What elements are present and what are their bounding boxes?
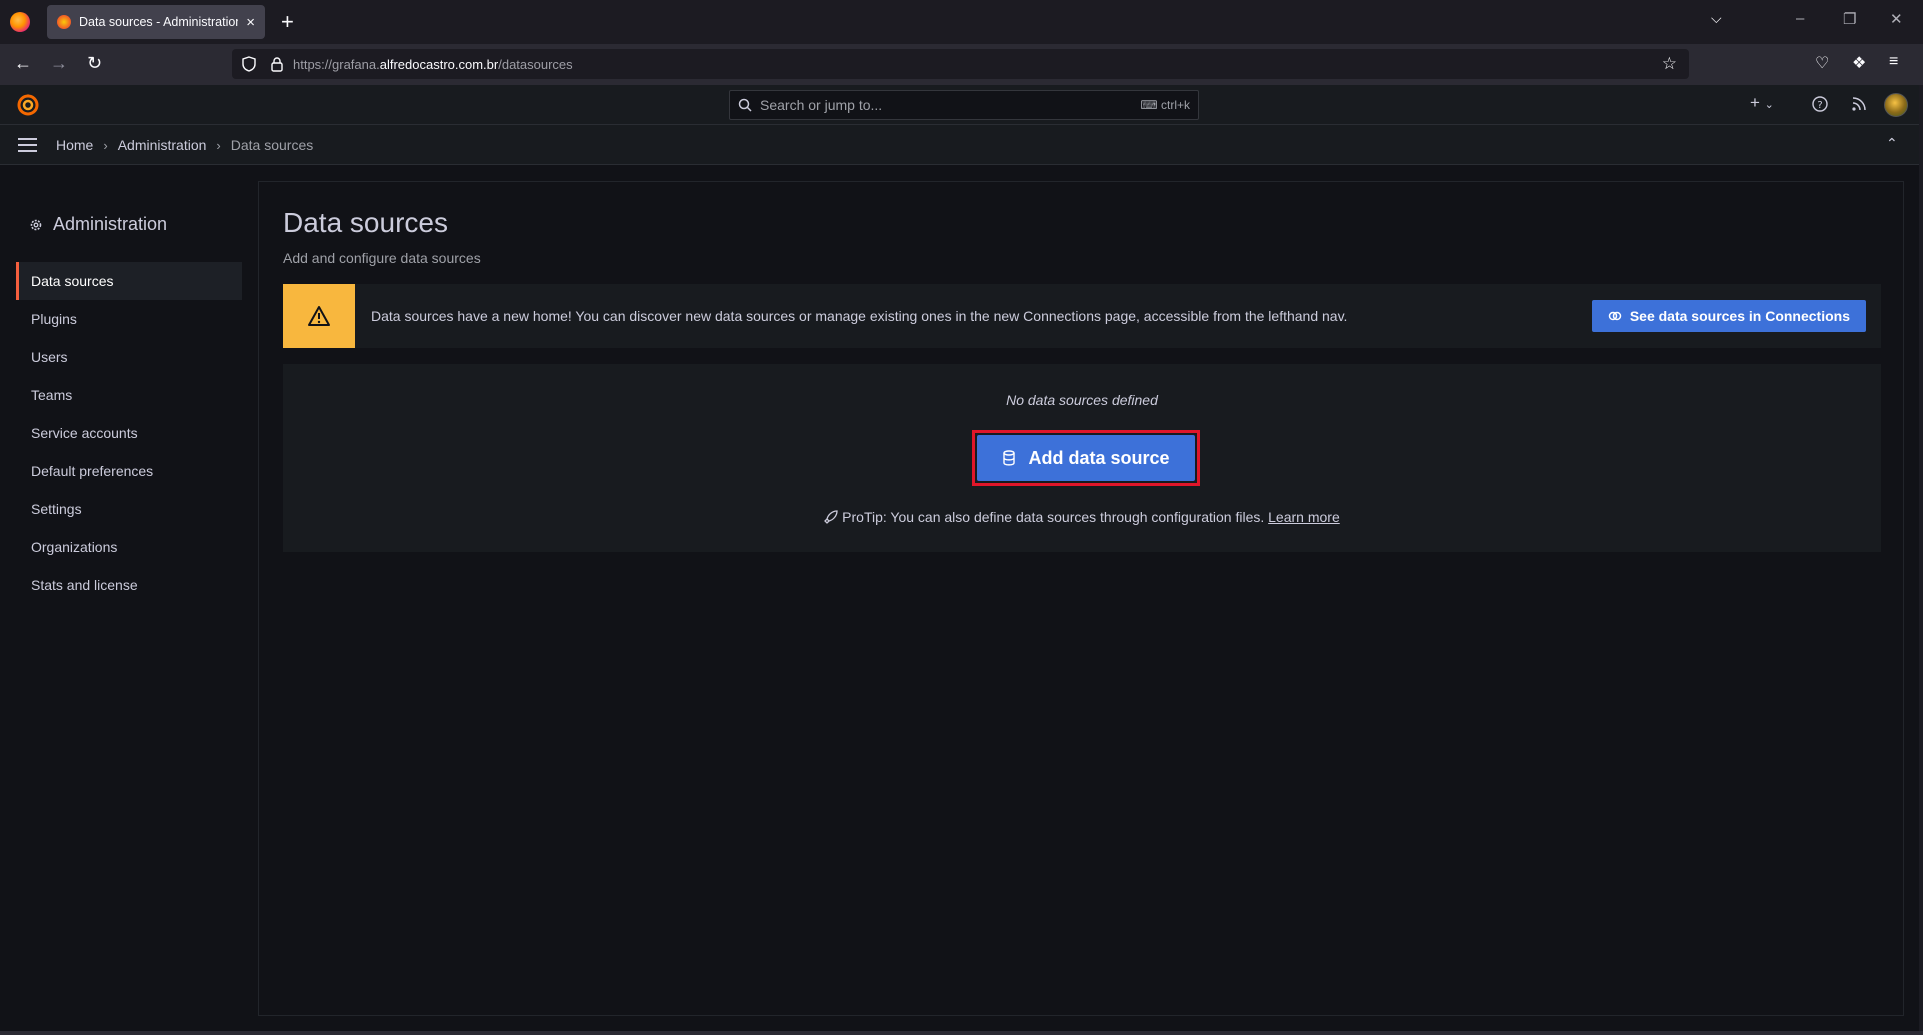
connections-icon: [1608, 311, 1622, 321]
rocket-icon: [824, 510, 838, 524]
grafana-logo-icon[interactable]: [16, 93, 40, 117]
breadcrumb-bar: Home › Administration › Data sources ⌃: [0, 125, 1923, 165]
news-rss-icon[interactable]: [1850, 95, 1868, 113]
info-alert: Data sources have a new home! You can di…: [283, 284, 1881, 348]
chevron-right-icon: ›: [216, 137, 221, 153]
chevron-right-icon: ›: [103, 137, 108, 153]
admin-sidebar: Administration Data sources Plugins User…: [0, 166, 258, 1035]
bookmark-star-icon[interactable]: ☆: [1662, 54, 1677, 74]
add-data-source-highlight: Add data source: [972, 430, 1200, 486]
forward-arrow-icon[interactable]: →: [50, 52, 68, 74]
grafana-topbar: Search or jump to... ⌨ ctrl+k + ⌄ ?: [0, 85, 1923, 125]
browser-navbar: ← → ↻ https://grafana.alfredocastro.com.…: [0, 44, 1923, 85]
sidebar-item-plugins[interactable]: Plugins: [16, 300, 242, 338]
back-arrow-icon[interactable]: ←: [14, 52, 32, 74]
search-placeholder: Search or jump to...: [760, 97, 883, 113]
reload-icon[interactable]: ↻: [87, 52, 102, 74]
sidebar-item-default-preferences[interactable]: Default preferences: [16, 452, 242, 490]
gear-icon: [30, 219, 42, 230]
breadcrumb-current: Data sources: [230, 137, 314, 153]
database-icon: [1003, 450, 1016, 466]
alert-text: Data sources have a new home! You can di…: [371, 308, 1348, 324]
sidebar-item-users[interactable]: Users: [16, 338, 242, 376]
protip-text: ProTip: You can also define data sources…: [842, 509, 1265, 525]
new-dropdown-button[interactable]: + ⌄: [1750, 93, 1774, 113]
see-connections-button[interactable]: See data sources in Connections: [1591, 300, 1866, 332]
grafana-favicon-icon: [57, 15, 71, 29]
close-window-icon[interactable]: ✕: [1890, 10, 1903, 28]
main-content: Data sources Add and configure data sour…: [258, 181, 1904, 1016]
learn-more-link[interactable]: Learn more: [1268, 509, 1340, 525]
firefox-logo-icon[interactable]: [10, 12, 30, 32]
alert-icon-box: [283, 284, 355, 348]
menu-hamburger-icon[interactable]: [18, 138, 37, 152]
sidebar-title: Administration: [53, 214, 168, 234]
search-icon: [738, 98, 752, 112]
app-menu-icon[interactable]: ≡: [1889, 53, 1898, 71]
browser-tab-active[interactable]: Data sources - Administration - Grafana …: [47, 5, 265, 39]
breadcrumb-home[interactable]: Home: [56, 137, 93, 153]
sidebar-item-service-accounts[interactable]: Service accounts: [16, 414, 242, 452]
search-input[interactable]: Search or jump to... ⌨ ctrl+k: [729, 90, 1199, 120]
empty-state-title: No data sources defined: [1006, 392, 1158, 408]
minimize-icon[interactable]: –: [1796, 10, 1804, 27]
breadcrumb: Home › Administration › Data sources: [56, 137, 313, 153]
shield-icon[interactable]: [242, 56, 256, 72]
tab-title: Data sources - Administration - Grafana: [79, 15, 239, 29]
empty-state: No data sources defined Add data source …: [283, 364, 1881, 552]
sidebar-item-data-sources[interactable]: Data sources: [16, 262, 242, 300]
help-icon[interactable]: ?: [1811, 95, 1829, 113]
svg-text:?: ?: [1817, 100, 1822, 111]
warning-icon: [308, 306, 330, 326]
lock-icon[interactable]: [270, 56, 284, 72]
sidebar-item-organizations[interactable]: Organizations: [16, 528, 242, 566]
protip: ProTip: You can also define data sources…: [283, 509, 1881, 525]
sidebar-item-settings[interactable]: Settings: [16, 490, 242, 528]
keyboard-shortcut: ⌨ ctrl+k: [1140, 98, 1190, 112]
list-tabs-chevron-icon[interactable]: ⌵: [1711, 10, 1722, 27]
sidebar-nav: Data sources Plugins Users Teams Service…: [16, 262, 242, 604]
url-bar[interactable]: https://grafana.alfredocastro.com.br/dat…: [232, 49, 1689, 79]
url-text[interactable]: https://grafana.alfredocastro.com.br/dat…: [293, 57, 573, 72]
sidebar-item-stats-and-license[interactable]: Stats and license: [16, 566, 242, 604]
page-title: Data sources: [283, 207, 448, 238]
see-connections-label: See data sources in Connections: [1629, 308, 1850, 324]
sidebar-item-teams[interactable]: Teams: [16, 376, 242, 414]
tab-close-button[interactable]: ×: [246, 14, 255, 31]
browser-tabstrip: Data sources - Administration - Grafana …: [0, 0, 1923, 44]
breadcrumb-administration[interactable]: Administration: [118, 137, 207, 153]
window-right-edge: [1919, 85, 1923, 1035]
window-bottom-edge: [0, 1031, 1923, 1035]
user-avatar[interactable]: [1884, 93, 1908, 117]
sidebar-header: Administration: [29, 214, 167, 235]
extensions-icon[interactable]: ❖: [1852, 53, 1866, 73]
add-data-source-button[interactable]: Add data source: [977, 435, 1195, 481]
pocket-icon[interactable]: ♡: [1815, 53, 1829, 73]
page-subtitle: Add and configure data sources: [283, 250, 481, 266]
restore-icon[interactable]: ❐: [1843, 10, 1856, 28]
add-data-source-label: Add data source: [1028, 447, 1170, 468]
chevron-up-icon[interactable]: ⌃: [1886, 135, 1898, 152]
new-tab-button[interactable]: +: [281, 9, 294, 35]
